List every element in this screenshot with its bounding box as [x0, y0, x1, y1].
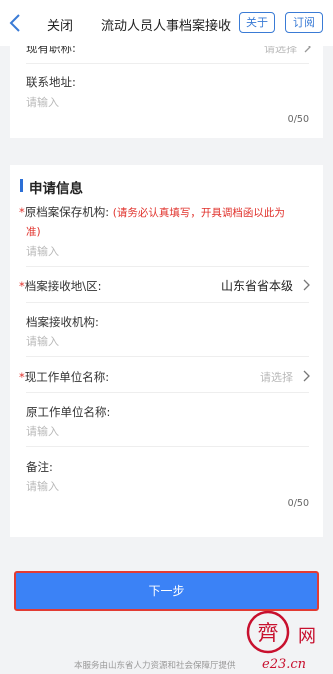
divider [26, 302, 309, 303]
divider [26, 392, 309, 393]
receive-region-label-text: 档案接收地\区: [24, 279, 102, 293]
watermark-logo-char: 齊 [258, 621, 279, 645]
remarks-input[interactable]: 请输入 [26, 478, 59, 494]
divider [26, 63, 309, 64]
watermark-side-text: 网 [298, 626, 316, 647]
receive-org-label: 档案接收机构: [26, 315, 99, 329]
original-org-label-text: 原档案保存机构: [24, 205, 110, 219]
site-watermark-logo: 齊 网 e23.cn [246, 610, 316, 672]
back-arrow-icon[interactable] [6, 12, 26, 34]
chevron-right-icon [303, 370, 310, 382]
receive-region-label: *档案接收地\区: [19, 278, 102, 294]
current-employer-label: *现工作单位名称: [19, 369, 109, 385]
original-org-hint: (请务必认真填写，开具调档函以此为 [112, 207, 285, 219]
section-title: 申请信息 [29, 181, 83, 197]
address-char-counter: 0/50 [287, 114, 309, 125]
next-step-button[interactable]: 下一步 [14, 571, 319, 611]
receive-region-select[interactable]: 山东省省本级 [221, 277, 293, 294]
remarks-label: 备注: [26, 460, 53, 474]
page-title: 流动人员人事档案接收 [101, 19, 232, 34]
original-org-hint-cont: 准) [26, 226, 41, 238]
footer-provider-text: 本服务由山东省人力资源和社会保障厅提供 [74, 661, 236, 671]
subscribe-button[interactable]: 订阅 [285, 12, 323, 33]
divider [26, 356, 309, 357]
divider [26, 446, 309, 447]
divider [26, 266, 309, 267]
original-org-input[interactable]: 请输入 [26, 243, 59, 259]
close-link[interactable]: 关闭 [47, 15, 73, 34]
original-org-label: *原档案保存机构: (请务必认真填写，开具调档函以此为 [19, 204, 285, 220]
current-employer-select[interactable]: 请选择 [260, 369, 293, 385]
watermark-site-text: e23.cn [262, 657, 306, 672]
application-info-card: 申请信息 *原档案保存机构: (请务必认真填写，开具调档函以此为 准) 请输入 … [10, 165, 323, 537]
receive-org-input[interactable]: 请输入 [26, 333, 59, 349]
remarks-char-counter: 0/50 [287, 498, 309, 509]
former-employer-input[interactable]: 请输入 [26, 423, 59, 439]
former-employer-label: 原工作单位名称: [26, 405, 111, 419]
section-accent-bar [20, 179, 23, 192]
top-navbar: 关闭 流动人员人事档案接收 关于 订阅 [0, 0, 333, 46]
address-label: 联系地址: [26, 75, 76, 89]
current-employer-label-text: 现工作单位名称: [24, 370, 110, 384]
about-button[interactable]: 关于 [239, 12, 275, 33]
address-input[interactable]: 请输入 [26, 94, 59, 110]
chevron-right-icon [303, 279, 310, 291]
